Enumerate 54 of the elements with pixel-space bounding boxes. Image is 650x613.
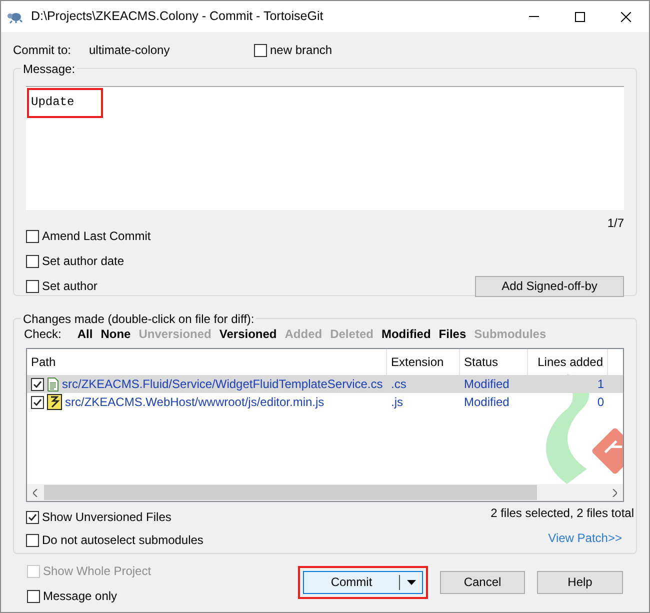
checkbox[interactable] (26, 510, 39, 524)
file-row[interactable]: src/ZKEACMS.Fluid/Service/WidgetFluidTemplateService.cs .cs Modified 1 (27, 375, 623, 393)
document-icon (47, 376, 59, 392)
window-title: D:\Projects\ZKEACMS.Colony - Commit - TortoiseGit (31, 8, 324, 26)
filter-link[interactable]: Versioned (219, 325, 277, 343)
selection-summary: 2 files selected, 2 files total (490, 505, 634, 522)
scroll-right-icon (612, 488, 617, 496)
checkbox[interactable] (254, 44, 267, 56)
maximize-icon (575, 12, 585, 22)
dialog-button[interactable]: Cancel (440, 570, 525, 594)
checkbox[interactable] (26, 230, 39, 242)
table-cell-text: 0 (596, 394, 605, 411)
line-counter: 1/7 (607, 215, 624, 232)
table-cell-text: Modified (463, 376, 510, 393)
checkbox[interactable] (27, 590, 40, 602)
table-cell-text: .cs (390, 376, 408, 393)
checkbox[interactable] (26, 280, 39, 292)
checkbox[interactable] (31, 378, 44, 390)
checkbox[interactable] (31, 396, 44, 408)
check-label: Check: (24, 326, 62, 343)
signoff-button[interactable]: Add Signed-off-by (475, 276, 624, 296)
filter-link[interactable]: Modified (381, 325, 431, 343)
checkbox[interactable] (26, 534, 39, 546)
checkbox-label: Do not autoselect submodules (42, 532, 204, 549)
dropdown-arrow-icon[interactable] (406, 580, 416, 584)
file-path: src/ZKEACMS.Fluid/Service/WidgetFluidTemplateService.cs (62, 376, 383, 393)
message-text: Update (31, 95, 74, 109)
close-icon (621, 12, 631, 22)
branch-name: ultimate-colony (89, 42, 171, 59)
table-cell-text: 1 (596, 376, 605, 393)
checkbox-label: Set author date (42, 253, 124, 270)
filter-link[interactable]: None (100, 325, 131, 343)
commit-to-label: Commit to: (13, 42, 72, 59)
message-field[interactable]: Update (26, 86, 624, 210)
checkbox[interactable] (26, 254, 39, 268)
file-path: src/ZKEACMS.WebHost/wwwroot/js/editor.min.js (65, 394, 324, 411)
horizontal-scrollbar[interactable] (27, 484, 623, 501)
checkbox-label: Message only (43, 588, 118, 605)
scroll-left-icon (33, 488, 38, 496)
table-cell-text: .js (390, 394, 404, 411)
dialog-button[interactable]: Help (537, 570, 623, 594)
scrollbar-thumb[interactable] (44, 485, 537, 500)
view-patch-link[interactable]: View Patch>> (548, 529, 622, 547)
filter-link[interactable]: All (77, 325, 93, 343)
checkbox-label: Show Whole Project (43, 563, 152, 580)
checkbox-label: Show Unversioned Files (42, 509, 172, 526)
script-icon (47, 394, 62, 410)
checkbox-label: Amend Last Commit (42, 228, 151, 245)
file-row[interactable]: src/ZKEACMS.WebHost/wwwroot/js/editor.min.js .js Modified 0 (27, 393, 623, 411)
checkbox-label: Set author (42, 278, 98, 295)
checkbox-label: new branch (270, 42, 332, 59)
minimize-icon (529, 16, 539, 17)
filter-link[interactable]: Files (438, 325, 466, 343)
table-cell-text: Modified (463, 394, 510, 411)
